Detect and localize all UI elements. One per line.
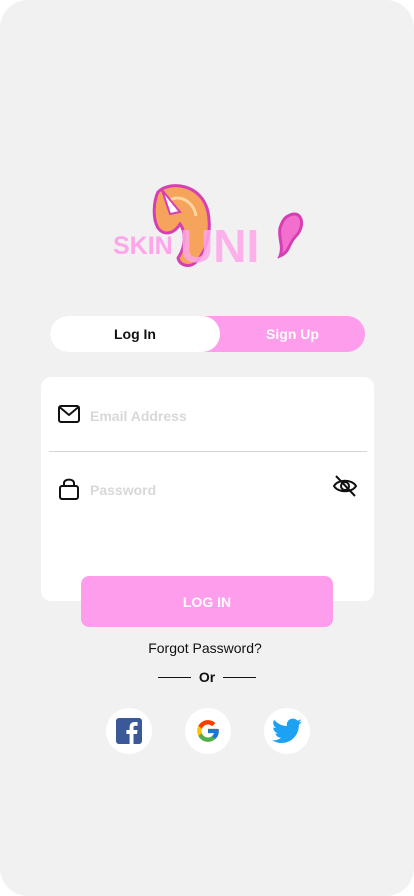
google-icon: [197, 720, 219, 742]
lock-icon: [59, 477, 79, 505]
separator-line-left: [158, 676, 191, 678]
auth-tab-switcher: Log In Sign Up: [50, 316, 365, 352]
login-screen: SKIN UNI Log In Sign Up Email Address LO…: [0, 0, 414, 896]
facebook-login-button[interactable]: [106, 708, 152, 754]
unicorn-logo-icon: SKIN UNI: [113, 184, 304, 272]
email-input[interactable]: [90, 406, 350, 426]
logo-main-text: UNI: [180, 220, 259, 272]
log-in-button[interactable]: LOG IN: [81, 576, 333, 627]
separator-line-right: [223, 676, 256, 678]
login-form-card: [41, 377, 374, 601]
password-input[interactable]: [90, 480, 320, 500]
tab-log-in[interactable]: Log In: [50, 316, 220, 352]
logo-prefix-text: SKIN: [113, 232, 173, 260]
twitter-login-button[interactable]: [264, 708, 310, 754]
field-divider: [49, 451, 367, 452]
or-label: Or: [198, 669, 216, 685]
twitter-icon: [272, 718, 302, 743]
or-separator: Or: [158, 668, 256, 686]
app-logo: SKIN UNI: [110, 180, 310, 275]
google-login-button[interactable]: [185, 708, 231, 754]
eye-off-icon[interactable]: [332, 474, 358, 503]
forgot-password-link[interactable]: Forgot Password?: [0, 640, 410, 656]
facebook-icon: [116, 718, 142, 744]
mail-icon: [58, 405, 80, 428]
tab-sign-up[interactable]: Sign Up: [220, 316, 365, 352]
